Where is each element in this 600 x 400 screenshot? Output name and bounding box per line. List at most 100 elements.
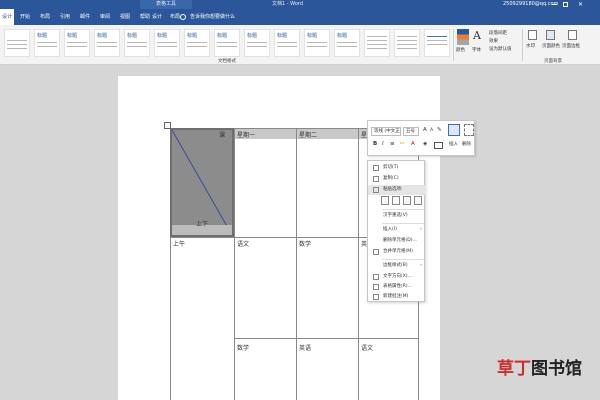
user-account[interactable]: 2509299180@qq.com [503,0,558,9]
group-label-page-background: 页面背景 [544,59,562,64]
header-monday: 星期一 [237,132,256,139]
page-color-icon[interactable] [546,30,555,40]
style-thumbnail[interactable]: 标题 [274,29,300,57]
merge-cells-icon [373,249,379,255]
style-thumbnail[interactable]: 标题 [304,29,330,57]
text-direction-icon [373,274,379,280]
style-thumbnail[interactable]: 标题 [64,29,90,57]
menu-separator [382,259,424,260]
menu-item-text-direction[interactable]: 文字方向(X)... [368,272,426,282]
grow-font-button[interactable]: A [423,127,427,133]
font-color-icon[interactable]: A [411,141,415,147]
menu-item-border-styles[interactable]: 边框样式(B) › [368,261,426,271]
style-thumbnail[interactable] [4,29,30,57]
table-column-border [358,128,359,400]
corner-header-bottom: 上下 [196,221,209,228]
clipboard-icon [373,187,379,193]
menu-item-table-properties[interactable]: 表格属性(R)... [368,282,426,292]
tab-layout[interactable]: 布局 [38,9,52,25]
ribbon-tabs: 设计 开始 布局 引用 邮件 审阅 视图 帮助 设计 布局 告诉我你想要做什么 [0,9,600,25]
paste-merge-format-icon[interactable] [392,196,400,205]
table-cell: 英语 [299,345,312,352]
style-thumbnail[interactable]: 标题 [244,29,270,57]
menu-item-delete-cells[interactable]: 删除单元格(D)... [368,236,426,246]
page-borders-icon[interactable] [568,30,577,40]
style-thumbnail[interactable]: 标题 [34,29,60,57]
delete-button[interactable]: 删除 [462,141,471,147]
maximize-icon[interactable] [563,2,568,7]
corner-header-top: 课 [219,132,226,139]
paragraph-spacing-button[interactable]: 段落间距 [489,30,507,36]
table-move-handle-icon[interactable] [164,122,171,129]
menu-item-paste-options[interactable]: 粘贴选项: [368,185,426,195]
watermark-icon[interactable] [528,30,537,40]
style-thumbnail[interactable]: 标题 [214,29,240,57]
ribbon-separator [522,29,523,61]
menu-item-reconvert[interactable]: 汉字重选(V) [368,211,426,221]
close-icon[interactable]: ✕ [578,0,583,9]
effects-button[interactable]: 效果 [489,38,498,44]
table-cell: 语文 [237,241,250,248]
table-cell: 语文 [361,345,374,352]
tab-home[interactable]: 开始 [18,9,32,25]
scissors-icon [373,165,379,171]
font-name-field[interactable]: 等线 (中文正 [371,127,401,136]
menu-item-new-comment[interactable]: 新建批注(M) [368,292,426,302]
italic-button[interactable]: I [382,141,384,147]
tell-me-search[interactable]: 告诉我你想要做什么 [180,9,235,25]
style-thumbnail[interactable] [364,29,390,57]
style-thumbnail[interactable]: 标题 [124,29,150,57]
tab-review[interactable]: 审阅 [98,9,112,25]
menu-item-insert[interactable]: 插入(I) › [368,225,426,235]
menu-separator [382,209,424,210]
fonts-icon[interactable]: A [473,29,481,42]
style-thumbnail[interactable]: 标题 [184,29,210,57]
highlight-icon[interactable]: ✏ [400,141,405,147]
align-center-icon[interactable]: ≡ [390,141,395,147]
table-style-icon[interactable] [448,124,460,136]
tab-design[interactable]: 设计 [0,9,14,25]
ribbon: 标题 标题 标题 标题 标题 标题 标题 标题 标题 标题 标题 文档格式 颜色… [0,25,600,65]
lightbulb-icon [180,13,186,20]
style-thumbnail[interactable]: 标题 [334,29,360,57]
menu-separator [382,223,424,224]
minimize-icon[interactable] [552,4,557,5]
context-menu: 剪切(T) 复制(C) 粘贴选项: 汉字重选(V) 插入(I) › 删除单元格(D… [367,160,426,302]
style-thumbnail[interactable]: 标题 [154,29,180,57]
borders-icon[interactable] [434,142,443,149]
paste-keep-source-icon[interactable] [381,196,389,205]
paste-text-only-icon[interactable] [414,196,422,205]
colors-icon[interactable] [457,29,469,45]
site-watermark: 草丁图书馆 [497,359,582,379]
table-grid-icon[interactable] [464,124,474,136]
shrink-font-button[interactable]: A [430,128,433,133]
menu-item-merge-cells[interactable]: 合并单元格(M) [368,247,426,257]
menu-item-cut[interactable]: 剪切(T) [368,163,426,173]
style-thumbnail[interactable] [394,29,420,57]
fonts-label: 字体 [472,48,481,53]
paste-picture-icon[interactable] [403,196,411,205]
set-default-button[interactable]: 设为默认值 [489,46,512,52]
table-cell: 数学 [237,345,250,352]
table-cell: 数学 [299,241,312,248]
bold-button[interactable]: B [373,141,377,147]
insert-button[interactable]: 插入 [449,141,458,147]
shading-icon[interactable]: ◈ [423,141,427,147]
page-color-label: 页面颜色 [542,44,560,49]
style-thumbnail[interactable] [424,29,450,57]
tab-table-design[interactable]: 设计 [150,9,164,25]
menu-item-copy[interactable]: 复制(C) [368,174,426,184]
format-painter-icon[interactable]: ✎ [437,127,442,133]
page-borders-label: 页面边框 [562,44,580,49]
ribbon-separator [453,29,454,61]
font-size-field[interactable]: 五号 [403,127,419,136]
style-thumbnail[interactable]: 标题 [94,29,120,57]
tab-references[interactable]: 引用 [58,9,72,25]
table-row-border [234,338,418,339]
table-tools-label: 表格工具 [140,0,192,9]
tab-mailings[interactable]: 邮件 [78,9,92,25]
title-bar: 表格工具 文档1 - Word 2509299180@qq.com ✕ [0,0,600,9]
copy-icon [373,176,379,182]
tab-view[interactable]: 视图 [118,9,132,25]
group-label-document-format: 文档格式 [218,59,236,64]
